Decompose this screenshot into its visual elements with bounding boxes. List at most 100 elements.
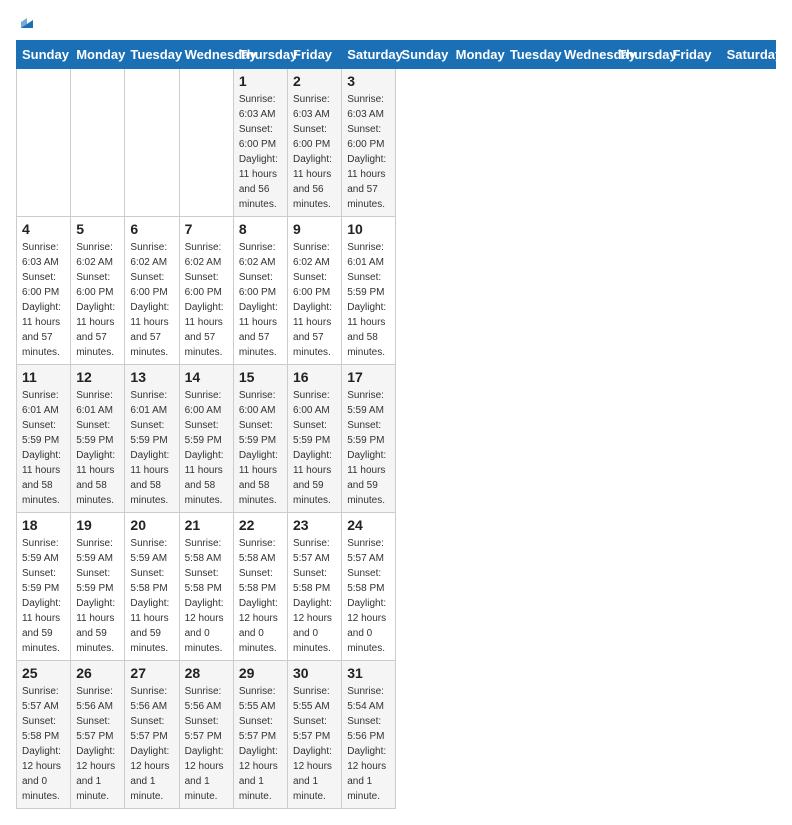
calendar-cell: 28Sunrise: 5:56 AM Sunset: 5:57 PM Dayli… (179, 661, 233, 809)
day-info: Sunrise: 5:59 AM Sunset: 5:59 PM Dayligh… (22, 536, 65, 656)
day-header-sunday: Sunday (17, 41, 71, 69)
day-header-friday: Friday (288, 41, 342, 69)
calendar-cell: 18Sunrise: 5:59 AM Sunset: 5:59 PM Dayli… (17, 513, 71, 661)
day-info: Sunrise: 6:02 AM Sunset: 6:00 PM Dayligh… (239, 240, 282, 360)
calendar-header-row: SundayMondayTuesdayWednesdayThursdayFrid… (17, 41, 776, 69)
day-info: Sunrise: 6:02 AM Sunset: 6:00 PM Dayligh… (76, 240, 119, 360)
calendar-cell: 21 Sunrise: 5:58 AM Sunset: 5:58 PM Dayli… (179, 513, 233, 661)
calendar-cell: 10 Sunrise: 6:01 AM Sunset: 5:59 PM Dayli… (342, 217, 396, 365)
day-info: Sunrise: 5:57 AM Sunset: 5:58 PM Dayligh… (347, 536, 390, 656)
calendar-week-2: 4 Sunrise: 6:03 AM Sunset: 6:00 PM Daylig… (17, 217, 776, 365)
day-number: 14 (185, 369, 228, 385)
day-number: 29 (239, 665, 282, 681)
calendar-cell: 11 Sunrise: 6:01 AM Sunset: 5:59 PM Dayli… (17, 365, 71, 513)
day-info: Sunrise: 6:03 AM Sunset: 6:00 PM Dayligh… (239, 92, 282, 212)
calendar-cell: 13Sunrise: 6:01 AM Sunset: 5:59 PM Dayli… (125, 365, 179, 513)
day-header-thursday: Thursday (233, 41, 287, 69)
calendar-cell: 9Sunrise: 6:02 AM Sunset: 6:00 PM Daylig… (288, 217, 342, 365)
calendar-cell (71, 69, 125, 217)
day-number: 23 (293, 517, 336, 533)
calendar-week-3: 11 Sunrise: 6:01 AM Sunset: 5:59 PM Dayli… (17, 365, 776, 513)
day-header-tuesday: Tuesday (504, 41, 558, 69)
logo (16, 10, 37, 32)
calendar-cell: 4 Sunrise: 6:03 AM Sunset: 6:00 PM Daylig… (17, 217, 71, 365)
calendar-cell: 16Sunrise: 6:00 AM Sunset: 5:59 PM Dayli… (288, 365, 342, 513)
day-number: 31 (347, 665, 390, 681)
day-number: 7 (185, 221, 228, 237)
day-info: Sunrise: 6:02 AM Sunset: 6:00 PM Dayligh… (293, 240, 336, 360)
day-header-friday: Friday (667, 41, 721, 69)
calendar-cell: 8 Sunrise: 6:02 AM Sunset: 6:00 PM Daylig… (233, 217, 287, 365)
day-number: 11 (22, 369, 65, 385)
calendar-cell (17, 69, 71, 217)
day-info: Sunrise: 5:57 AM Sunset: 5:58 PM Dayligh… (22, 684, 65, 804)
day-number: 24 (347, 517, 390, 533)
calendar-cell: 7Sunrise: 6:02 AM Sunset: 6:00 PM Daylig… (179, 217, 233, 365)
calendar-cell: 22 Sunrise: 5:58 AM Sunset: 5:58 PM Dayli… (233, 513, 287, 661)
calendar-week-5: 25 Sunrise: 5:57 AM Sunset: 5:58 PM Dayli… (17, 661, 776, 809)
day-info: Sunrise: 5:56 AM Sunset: 5:57 PM Dayligh… (76, 684, 119, 804)
day-number: 19 (76, 517, 119, 533)
day-info: Sunrise: 6:00 AM Sunset: 5:59 PM Dayligh… (185, 388, 228, 508)
day-number: 17 (347, 369, 390, 385)
day-info: Sunrise: 5:59 AM Sunset: 5:58 PM Dayligh… (130, 536, 173, 656)
calendar-cell: 6Sunrise: 6:02 AM Sunset: 6:00 PM Daylig… (125, 217, 179, 365)
day-header-thursday: Thursday (613, 41, 667, 69)
calendar-cell: 17 Sunrise: 5:59 AM Sunset: 5:59 PM Dayli… (342, 365, 396, 513)
day-number: 25 (22, 665, 65, 681)
day-info: Sunrise: 6:03 AM Sunset: 6:00 PM Dayligh… (293, 92, 336, 212)
calendar-week-4: 18Sunrise: 5:59 AM Sunset: 5:59 PM Dayli… (17, 513, 776, 661)
calendar-cell: 25 Sunrise: 5:57 AM Sunset: 5:58 PM Dayli… (17, 661, 71, 809)
day-info: Sunrise: 6:03 AM Sunset: 6:00 PM Dayligh… (347, 92, 390, 212)
day-info: Sunrise: 6:03 AM Sunset: 6:00 PM Dayligh… (22, 240, 65, 360)
day-number: 28 (185, 665, 228, 681)
day-number: 4 (22, 221, 65, 237)
calendar-cell: 24 Sunrise: 5:57 AM Sunset: 5:58 PM Dayli… (342, 513, 396, 661)
calendar-cell: 27Sunrise: 5:56 AM Sunset: 5:57 PM Dayli… (125, 661, 179, 809)
calendar-week-1: 1Sunrise: 6:03 AM Sunset: 6:00 PM Daylig… (17, 69, 776, 217)
calendar-cell: 3 Sunrise: 6:03 AM Sunset: 6:00 PM Daylig… (342, 69, 396, 217)
day-info: Sunrise: 5:56 AM Sunset: 5:57 PM Dayligh… (130, 684, 173, 804)
day-number: 26 (76, 665, 119, 681)
day-number: 21 (185, 517, 228, 533)
day-header-wednesday: Wednesday (559, 41, 613, 69)
day-number: 12 (76, 369, 119, 385)
day-info: Sunrise: 5:58 AM Sunset: 5:58 PM Dayligh… (239, 536, 282, 656)
calendar-cell: 19 Sunrise: 5:59 AM Sunset: 5:59 PM Dayli… (71, 513, 125, 661)
day-number: 3 (347, 73, 390, 89)
day-header-saturday: Saturday (721, 41, 775, 69)
day-info: Sunrise: 6:01 AM Sunset: 5:59 PM Dayligh… (22, 388, 65, 508)
day-info: Sunrise: 6:01 AM Sunset: 5:59 PM Dayligh… (76, 388, 119, 508)
calendar-cell (179, 69, 233, 217)
calendar-cell: 12 Sunrise: 6:01 AM Sunset: 5:59 PM Dayli… (71, 365, 125, 513)
calendar-cell: 20 Sunrise: 5:59 AM Sunset: 5:58 PM Dayli… (125, 513, 179, 661)
day-number: 8 (239, 221, 282, 237)
calendar-cell: 15Sunrise: 6:00 AM Sunset: 5:59 PM Dayli… (233, 365, 287, 513)
calendar-cell (125, 69, 179, 217)
day-info: Sunrise: 5:55 AM Sunset: 5:57 PM Dayligh… (239, 684, 282, 804)
day-number: 20 (130, 517, 173, 533)
day-info: Sunrise: 5:59 AM Sunset: 5:59 PM Dayligh… (76, 536, 119, 656)
day-info: Sunrise: 5:58 AM Sunset: 5:58 PM Dayligh… (185, 536, 228, 656)
day-number: 10 (347, 221, 390, 237)
day-number: 13 (130, 369, 173, 385)
day-number: 16 (293, 369, 336, 385)
day-info: Sunrise: 5:55 AM Sunset: 5:57 PM Dayligh… (293, 684, 336, 804)
day-header-tuesday: Tuesday (125, 41, 179, 69)
day-header-sunday: Sunday (396, 41, 450, 69)
calendar-cell: 29 Sunrise: 5:55 AM Sunset: 5:57 PM Dayli… (233, 661, 287, 809)
calendar-cell: 30 Sunrise: 5:55 AM Sunset: 5:57 PM Dayli… (288, 661, 342, 809)
calendar-cell: 1Sunrise: 6:03 AM Sunset: 6:00 PM Daylig… (233, 69, 287, 217)
day-number: 22 (239, 517, 282, 533)
day-number: 5 (76, 221, 119, 237)
day-info: Sunrise: 5:57 AM Sunset: 5:58 PM Dayligh… (293, 536, 336, 656)
day-info: Sunrise: 6:00 AM Sunset: 5:59 PM Dayligh… (239, 388, 282, 508)
logo-icon (17, 12, 37, 32)
calendar-cell: 23 Sunrise: 5:57 AM Sunset: 5:58 PM Dayli… (288, 513, 342, 661)
day-number: 30 (293, 665, 336, 681)
day-header-monday: Monday (450, 41, 504, 69)
calendar-cell: 5 Sunrise: 6:02 AM Sunset: 6:00 PM Daylig… (71, 217, 125, 365)
day-info: Sunrise: 5:59 AM Sunset: 5:59 PM Dayligh… (347, 388, 390, 508)
day-info: Sunrise: 6:01 AM Sunset: 5:59 PM Dayligh… (347, 240, 390, 360)
calendar-cell: 26 Sunrise: 5:56 AM Sunset: 5:57 PM Dayli… (71, 661, 125, 809)
